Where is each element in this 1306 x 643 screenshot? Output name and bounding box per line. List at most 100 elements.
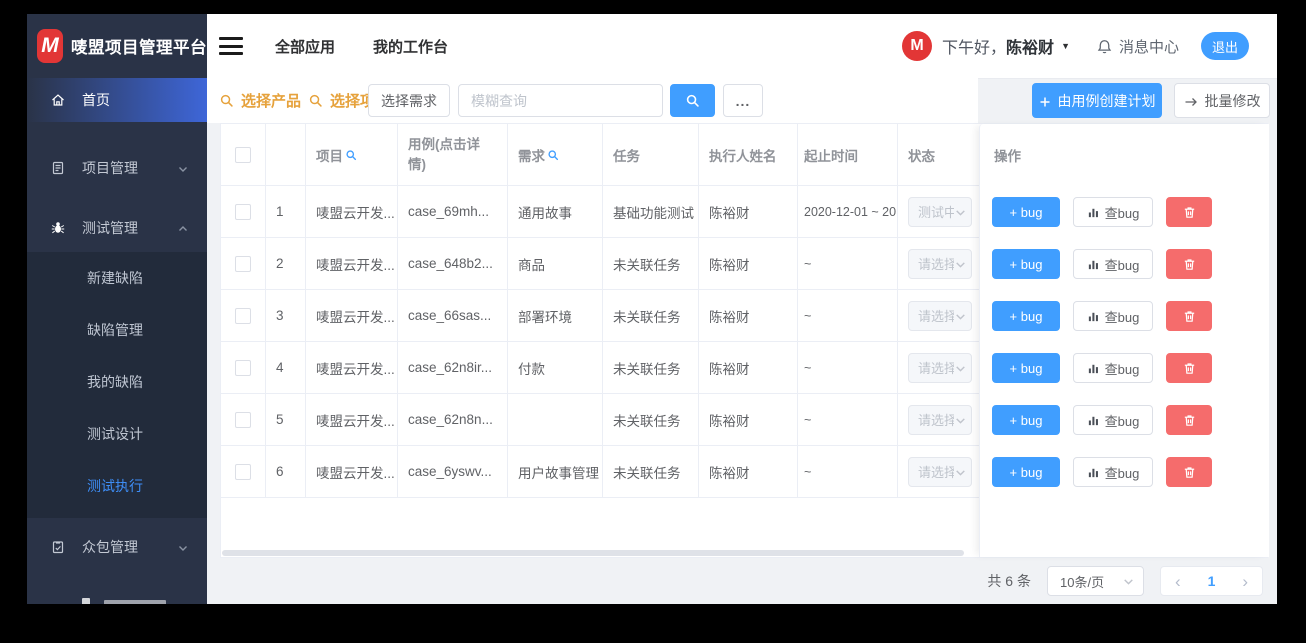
sidebar-item-project-mgmt[interactable]: 项目管理 — [27, 146, 207, 190]
avatar[interactable]: M — [902, 31, 933, 61]
horizontal-scrollbar[interactable] — [222, 550, 964, 556]
trash-icon — [1182, 257, 1197, 272]
bar-chart-icon — [1087, 258, 1100, 271]
logo-block: M 唛盟项目管理平台 — [27, 14, 207, 78]
cell-status: 请选择 — [898, 238, 989, 289]
prev-page-button[interactable]: ‹ — [1175, 573, 1181, 590]
arrow-right-icon — [1184, 95, 1198, 107]
delete-button[interactable] — [1166, 197, 1212, 227]
cell-checkbox — [221, 446, 266, 497]
trash-icon — [1182, 361, 1197, 376]
view-bug-label: 查bug — [1104, 361, 1140, 377]
sidebar-subitem-4[interactable]: 测试执行 — [27, 460, 207, 512]
cell-checkbox — [221, 342, 266, 393]
row-checkbox[interactable] — [235, 411, 251, 428]
status-select[interactable]: 测试中 — [908, 196, 972, 227]
sidebar-subitem-2[interactable]: 我的缺陷 — [27, 356, 207, 408]
cell-executor: 陈裕财 — [699, 290, 798, 341]
row-checkbox[interactable] — [235, 307, 251, 324]
page-size-select[interactable]: 10条/页 — [1047, 566, 1144, 596]
cell-status: 请选择 — [898, 290, 989, 341]
status-select[interactable]: 请选择 — [908, 248, 972, 279]
plus-icon — [1039, 95, 1051, 107]
add-bug-button[interactable]: + bug — [992, 301, 1060, 331]
cell-status: 请选择 — [898, 342, 989, 393]
logout-button[interactable]: 退出 — [1201, 32, 1249, 60]
content-area: 选择产品 选择项目 选择需求 ... 由用例创建计划 — [207, 78, 1277, 604]
cell-task: 未关联任务 — [603, 238, 699, 289]
action-row: + bug 查bug — [980, 342, 1269, 394]
bell-icon[interactable] — [1096, 38, 1113, 55]
sidebar-item-home[interactable]: 首页 — [27, 78, 207, 122]
app-title: 唛盟项目管理平台 — [71, 39, 207, 57]
cell-case: case_66sas... — [398, 290, 508, 341]
fuzzy-search-input[interactable] — [458, 84, 663, 117]
select-product-link[interactable]: 选择产品 — [241, 90, 301, 111]
select-requirement-button[interactable]: 选择需求 — [368, 84, 450, 117]
menu-toggle-icon[interactable] — [219, 37, 243, 55]
row-checkbox[interactable] — [235, 203, 251, 220]
sidebar-subitem-1[interactable]: 缺陷管理 — [27, 304, 207, 356]
row-checkbox[interactable] — [235, 463, 251, 480]
cell-requirement: 部署环境 — [508, 290, 603, 341]
search-icon[interactable] — [547, 149, 559, 161]
current-page-number[interactable]: 1 — [1208, 573, 1216, 589]
cell-checkbox — [221, 186, 266, 237]
delete-button[interactable] — [1166, 249, 1212, 279]
cell-executor: 陈裕财 — [699, 342, 798, 393]
view-bug-button[interactable]: 查bug — [1073, 405, 1153, 435]
status-select[interactable]: 请选择 — [908, 300, 972, 331]
message-center-link[interactable]: 消息中心 — [1119, 36, 1179, 57]
col-requirement: 需求 — [508, 124, 603, 185]
add-bug-button[interactable]: + bug — [992, 457, 1060, 487]
action-panel: 操作 + bug 查bug + bug 查bug + bug 查bug + bug 查bug +… — [979, 124, 1269, 557]
delete-button[interactable] — [1166, 353, 1212, 383]
view-bug-button[interactable]: 查bug — [1073, 301, 1153, 331]
delete-button[interactable] — [1166, 457, 1212, 487]
row-checkbox[interactable] — [235, 359, 251, 376]
view-bug-button[interactable]: 查bug — [1073, 353, 1153, 383]
view-bug-button[interactable]: 查bug — [1073, 249, 1153, 279]
nav-my-workbench[interactable]: 我的工作台 — [373, 36, 448, 57]
view-bug-button[interactable]: 查bug — [1073, 457, 1153, 487]
cell-executor: 陈裕财 — [699, 394, 798, 445]
add-bug-button[interactable]: + bug — [992, 353, 1060, 383]
cell-checkbox — [221, 394, 266, 445]
view-bug-button[interactable]: 查bug — [1073, 197, 1153, 227]
status-select[interactable]: 请选择 — [908, 456, 972, 487]
status-select[interactable]: 请选择 — [908, 352, 972, 383]
select-all-checkbox[interactable] — [235, 146, 251, 163]
add-bug-button[interactable]: + bug — [992, 249, 1060, 279]
add-bug-button[interactable]: + bug — [992, 197, 1060, 227]
next-page-button[interactable]: › — [1242, 573, 1248, 590]
status-select[interactable]: 请选择 — [908, 404, 972, 435]
total-count-label: 共 6 条 — [987, 573, 1031, 589]
chevron-down-icon — [954, 205, 967, 219]
sidebar-subitem-3[interactable]: 测试设计 — [27, 408, 207, 460]
cell-dates: ~ — [798, 394, 898, 445]
top-right: M 下午好，陈裕财 ▼ 消息中心 退出 — [902, 31, 1249, 61]
status-select-value: 请选择 — [918, 465, 958, 480]
delete-button[interactable] — [1166, 301, 1212, 331]
nav-all-apps[interactable]: 全部应用 — [275, 36, 335, 57]
cell-case: case_62n8n... — [398, 394, 508, 445]
add-bug-button[interactable]: + bug — [992, 405, 1060, 435]
more-button[interactable]: ... — [723, 84, 763, 117]
cell-case: case_648b2... — [398, 238, 508, 289]
user-menu-caret-icon[interactable]: ▼ — [1061, 41, 1070, 51]
cell-task: 未关联任务 — [603, 394, 699, 445]
sidebar-item-crowd-mgmt[interactable]: 众包管理 — [27, 525, 207, 569]
delete-button[interactable] — [1166, 405, 1212, 435]
batch-edit-button[interactable]: 批量修改 — [1174, 83, 1270, 118]
chevron-down-icon — [177, 162, 189, 174]
search-button[interactable] — [670, 84, 715, 117]
action-row: + bug 查bug — [980, 238, 1269, 290]
search-icon — [219, 93, 234, 108]
clipped-menu-item[interactable] — [27, 595, 207, 604]
create-plan-button[interactable]: 由用例创建计划 — [1032, 83, 1162, 118]
row-checkbox[interactable] — [235, 255, 251, 272]
search-icon[interactable] — [345, 149, 357, 161]
sidebar-subitem-0[interactable]: 新建缺陷 — [27, 252, 207, 304]
col-index — [266, 124, 306, 185]
sidebar-item-test-mgmt[interactable]: 测试管理 — [27, 206, 207, 250]
